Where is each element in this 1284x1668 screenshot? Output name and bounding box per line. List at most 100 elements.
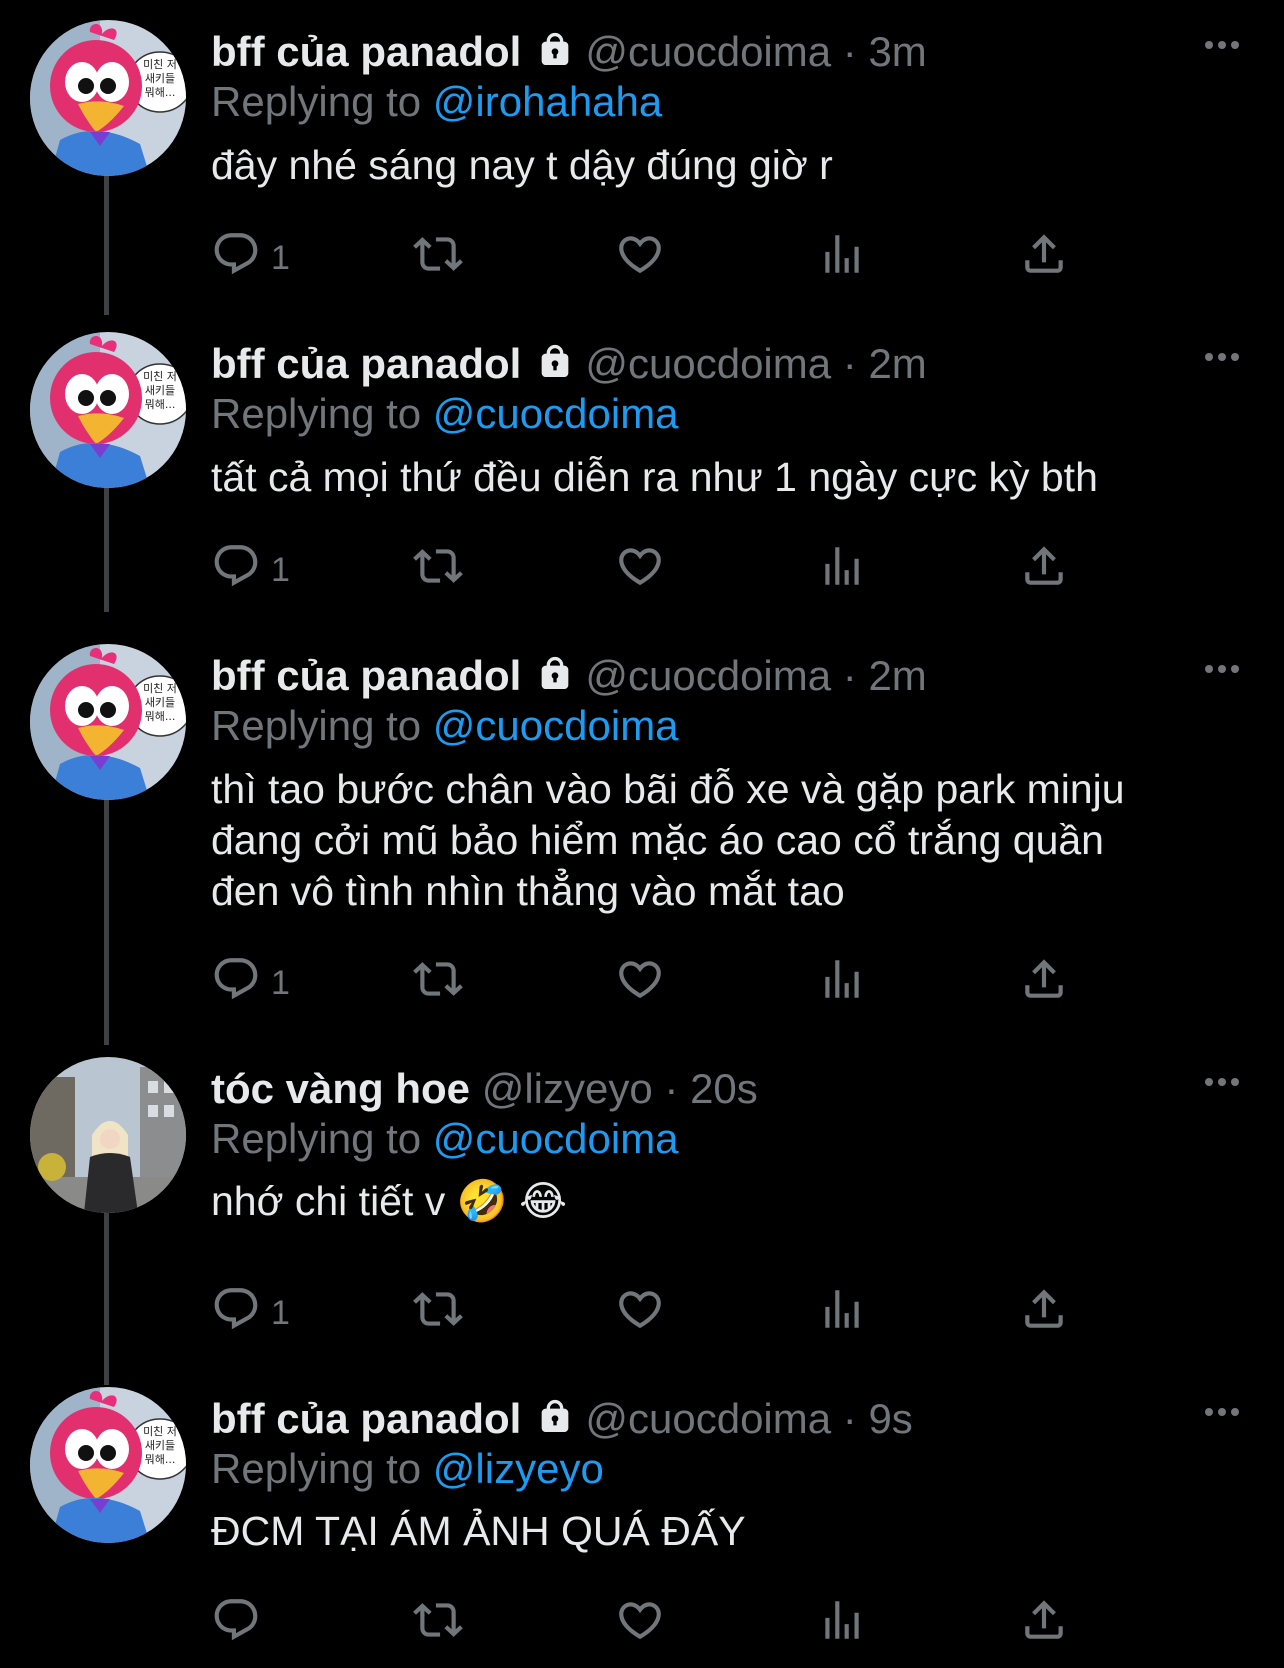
retweet-button[interactable] [413, 1287, 463, 1339]
replying-to: Replying to @lizyeyo [211, 1441, 604, 1497]
share-button[interactable] [1019, 1598, 1069, 1650]
mention-link[interactable]: @irohahaha [433, 78, 662, 125]
svg-text:새키들: 새키들 [145, 696, 175, 709]
display-name[interactable]: bff của panadol [211, 652, 521, 699]
more-options-icon[interactable] [1202, 1397, 1242, 1427]
user-handle[interactable]: @cuocdoima [585, 28, 831, 75]
svg-text:뭐해...: 뭐해... [145, 85, 176, 99]
tweet-actions: 1 [211, 544, 1141, 596]
retweet-button[interactable] [413, 232, 463, 284]
views-button[interactable] [817, 544, 867, 596]
tweet-text: nhớ chi tiết v 🤣 😂 [211, 1176, 1211, 1227]
separator: · [842, 340, 857, 387]
parrot-avatar[interactable]: 미친 저 새키들 뭐해... [30, 1387, 186, 1543]
street-photo-avatar[interactable] [30, 1057, 186, 1213]
views-button[interactable] [817, 957, 867, 1009]
retweet-button[interactable] [413, 957, 463, 1009]
like-button[interactable] [615, 544, 665, 596]
more-options-icon[interactable] [1202, 342, 1242, 372]
tweet-actions: 1 [211, 232, 1141, 284]
parrot-avatar[interactable]: 미친 저 새키들 뭐해... [30, 644, 186, 800]
bar-chart-icon [817, 229, 867, 288]
user-handle[interactable]: @cuocdoima [585, 340, 831, 387]
mention-link[interactable]: @cuocdoima [433, 1115, 679, 1162]
reply-count: 1 [271, 1293, 290, 1332]
retweet-icon [413, 954, 463, 1013]
reply-icon [211, 229, 261, 288]
more-options-icon[interactable] [1202, 654, 1242, 684]
user-handle[interactable]: @cuocdoima [585, 1395, 831, 1442]
separator: · [842, 652, 857, 699]
lock-icon [535, 28, 575, 68]
display-name[interactable]: bff của panadol [211, 340, 521, 387]
display-name[interactable]: bff của panadol [211, 1395, 521, 1442]
tweet-actions [211, 1598, 1141, 1650]
svg-text:미친 저: 미친 저 [143, 58, 177, 71]
heart-icon [615, 1595, 665, 1654]
svg-text:새키들: 새키들 [145, 384, 175, 397]
separator: · [842, 1395, 857, 1442]
views-button[interactable] [817, 1287, 867, 1339]
svg-text:뭐해...: 뭐해... [145, 397, 176, 411]
replying-prefix: Replying to [211, 702, 422, 749]
tweet-text-line: thì tao bước chân vào bãi đỗ xe và gặp p… [211, 766, 1125, 812]
display-name[interactable]: tóc vàng hoe [211, 1065, 470, 1112]
retweet-icon [413, 541, 463, 600]
mention-link[interactable]: @lizyeyo [433, 1445, 604, 1492]
replying-to: Replying to @cuocdoima [211, 1111, 679, 1167]
share-button[interactable] [1019, 544, 1069, 596]
timestamp[interactable]: 2m [868, 652, 926, 699]
lock-icon [535, 1395, 575, 1435]
retweet-button[interactable] [413, 1598, 463, 1650]
user-handle[interactable]: @lizyeyo [482, 1065, 653, 1112]
like-button[interactable] [615, 1287, 665, 1339]
tweet-header: tóc vàng hoe @lizyeyo · 20s [211, 1061, 1174, 1117]
like-button[interactable] [615, 1598, 665, 1650]
like-button[interactable] [615, 957, 665, 1009]
svg-text:미친 저: 미친 저 [143, 682, 177, 695]
tweet[interactable]: 미친 저 새키들 뭐해... bff của panadol @cuocdoima… [0, 644, 1284, 1017]
tweet[interactable]: 미친 저 새키들 뭐해... bff của panadol @cuocdoima… [0, 20, 1284, 292]
timestamp[interactable]: 2m [868, 340, 926, 387]
share-icon [1019, 541, 1069, 600]
tweet-text-line: đang cởi mũ bảo hiểm mặc áo cao cổ trắng… [211, 817, 1104, 863]
reply-button[interactable]: 1 [211, 232, 290, 284]
mention-link[interactable]: @cuocdoima [433, 390, 679, 437]
lock-icon [535, 652, 575, 692]
tweet-text: tất cả mọi thứ đều diễn ra như 1 ngày cự… [211, 452, 1211, 503]
reply-button[interactable]: 1 [211, 1287, 290, 1339]
svg-text:미친 저: 미친 저 [143, 1425, 177, 1438]
retweet-icon [413, 1284, 463, 1343]
reply-button[interactable]: 1 [211, 544, 290, 596]
reply-button[interactable] [211, 1598, 271, 1650]
reply-button[interactable]: 1 [211, 957, 290, 1009]
like-button[interactable] [615, 232, 665, 284]
share-button[interactable] [1019, 1287, 1069, 1339]
parrot-avatar[interactable]: 미친 저 새키들 뭐해... [30, 332, 186, 488]
more-options-icon[interactable] [1202, 1067, 1242, 1097]
timestamp[interactable]: 9s [868, 1395, 912, 1442]
tweet-text-line: ĐCM TẠI ÁM ẢNH QUÁ ĐẤY [211, 1508, 746, 1554]
timestamp[interactable]: 3m [868, 28, 926, 75]
tweet-text-line: đen vô tình nhìn thẳng vào mắt tao [211, 868, 845, 914]
views-button[interactable] [817, 1598, 867, 1650]
tweet[interactable]: 미친 저 새키들 뭐해... bff của panadol @cuocdoima… [0, 1387, 1284, 1658]
user-handle[interactable]: @cuocdoima [585, 652, 831, 699]
mention-link[interactable]: @cuocdoima [433, 702, 679, 749]
share-button[interactable] [1019, 957, 1069, 1009]
retweet-button[interactable] [413, 544, 463, 596]
timestamp[interactable]: 20s [690, 1065, 758, 1112]
display-name[interactable]: bff của panadol [211, 28, 521, 75]
tweet[interactable]: tóc vàng hoe @lizyeyo · 20s Replying to … [0, 1057, 1284, 1347]
parrot-avatar[interactable]: 미친 저 새키들 뭐해... [30, 20, 186, 176]
replying-to: Replying to @cuocdoima [211, 386, 679, 442]
more-options-icon[interactable] [1202, 30, 1242, 60]
tweet[interactable]: 미친 저 새키들 뭐해... bff của panadol @cuocdoima… [0, 332, 1284, 604]
tweet-actions: 1 [211, 957, 1141, 1009]
reply-count: 1 [271, 963, 290, 1002]
reply-icon [211, 1595, 261, 1654]
tweet-text-line: nhớ chi tiết v 🤣 😂 [211, 1178, 568, 1224]
share-button[interactable] [1019, 232, 1069, 284]
views-button[interactable] [817, 232, 867, 284]
tweet-text-line: đây nhé sáng nay t dậy đúng giờ r [211, 142, 833, 188]
